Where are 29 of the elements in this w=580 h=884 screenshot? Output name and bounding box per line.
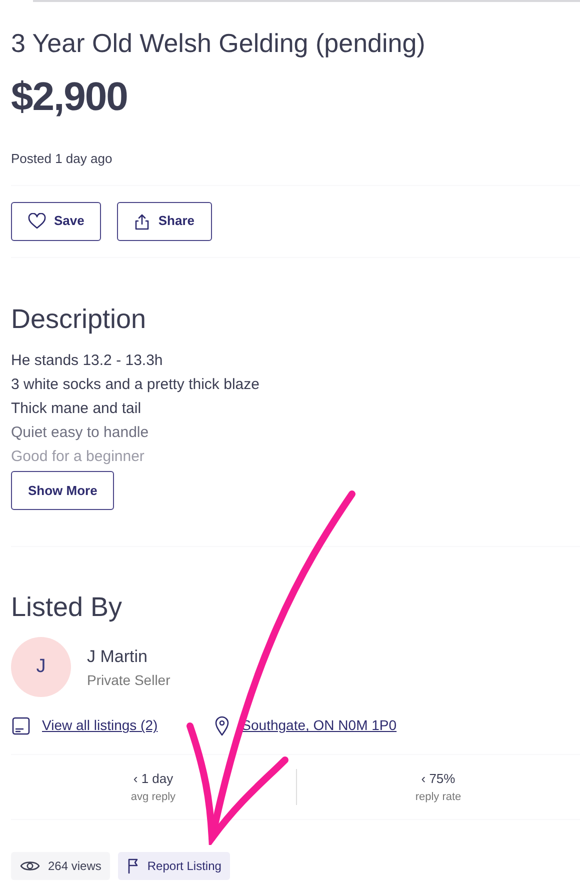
description-line: Thick mane and tail xyxy=(11,399,142,420)
save-button[interactable]: Save xyxy=(11,202,102,241)
heart-icon xyxy=(28,213,46,230)
listings-link[interactable]: View all listings (2) xyxy=(42,715,158,736)
description-line: Good for a beginner xyxy=(11,447,146,468)
eye-icon xyxy=(20,859,40,874)
description-line: Quiet easy to handle xyxy=(11,423,150,444)
listing-title: 3 Year Old Welsh Gelding (pending) xyxy=(11,28,426,60)
show-more-button[interactable]: Show More xyxy=(11,471,114,510)
description-line: He stands 13.2 - 13.3h xyxy=(11,351,164,372)
seller-avatar: J xyxy=(11,637,71,698)
posted-time: Posted 1 day ago xyxy=(11,150,114,168)
share-icon xyxy=(134,212,150,230)
seller-type: Private Seller xyxy=(87,670,170,690)
views-count: 264 views xyxy=(48,858,102,876)
flag-icon xyxy=(127,858,140,874)
section-heading: Listed By xyxy=(11,591,124,624)
listings-icon xyxy=(11,716,31,736)
location-pin-icon xyxy=(214,716,230,736)
stat-label: reply rate xyxy=(414,790,462,805)
section-heading: Description xyxy=(11,302,148,336)
report-listing-button[interactable]: Report Listing xyxy=(118,852,230,880)
stat-label: avg reply xyxy=(130,790,177,805)
price: $2,900 xyxy=(11,74,128,122)
stat-value: ‹ 1 day xyxy=(132,770,174,788)
seller-name: J Martin xyxy=(87,646,148,668)
share-button[interactable]: Share xyxy=(117,202,212,241)
stat-value: ‹ 75% xyxy=(420,770,456,788)
description-line: 3 white socks and a pretty thick blaze xyxy=(11,375,260,396)
